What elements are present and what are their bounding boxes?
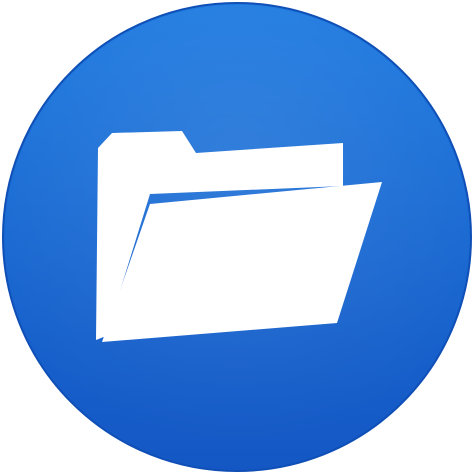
app-icon[interactable] xyxy=(0,0,474,474)
folder-app-icon xyxy=(2,2,472,472)
